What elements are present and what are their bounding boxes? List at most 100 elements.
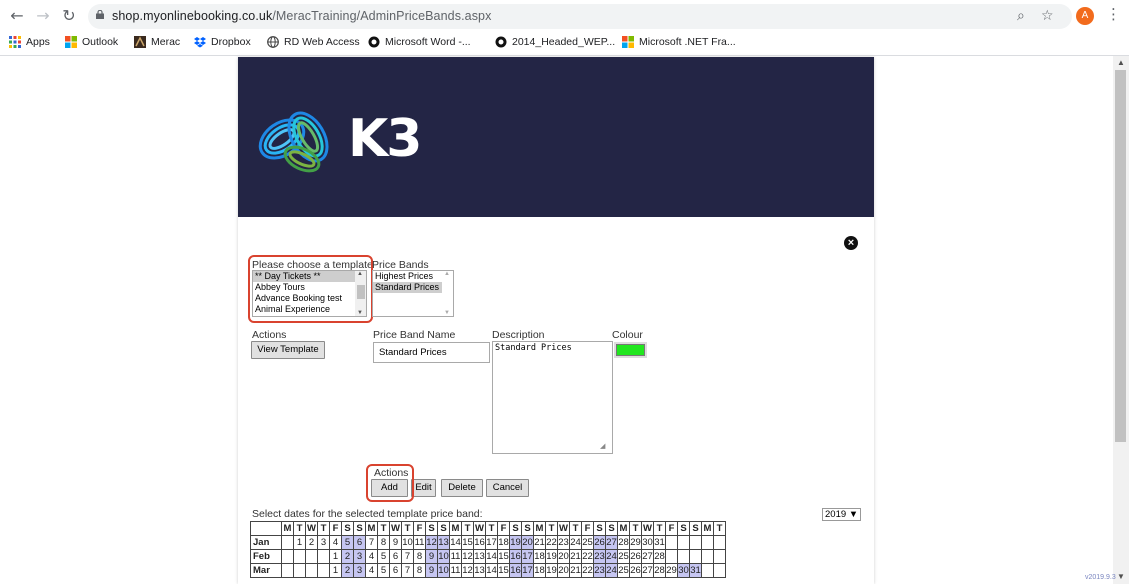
zoom-icon[interactable]: ⌕ — [1017, 8, 1025, 24]
calendar-day[interactable]: 4 — [365, 549, 378, 564]
calendar-day[interactable]: 23 — [593, 549, 606, 564]
calendar-day[interactable]: 1 — [329, 549, 342, 564]
bookmark-star-icon[interactable]: ☆ — [1041, 8, 1054, 24]
calendar-day[interactable]: 12 — [425, 535, 438, 550]
calendar-day[interactable]: 13 — [473, 563, 486, 578]
calendar-day[interactable]: 20 — [557, 549, 570, 564]
menu-icon[interactable]: ⋮ — [1106, 5, 1121, 23]
calendar-day[interactable]: 10 — [437, 563, 450, 578]
calendar-day[interactable]: 15 — [497, 549, 510, 564]
avatar[interactable]: A — [1076, 7, 1094, 25]
price-bands-scrollbar[interactable]: ▲ ▼ — [442, 271, 453, 316]
calendar-day[interactable]: 16 — [509, 563, 522, 578]
calendar-day[interactable]: 8 — [413, 549, 426, 564]
colour-swatch[interactable] — [614, 342, 647, 358]
calendar-day[interactable]: 10 — [401, 535, 414, 550]
calendar-day[interactable]: 25 — [617, 549, 630, 564]
calendar-day[interactable]: 21 — [569, 549, 582, 564]
calendar-day[interactable]: 27 — [641, 563, 654, 578]
calendar-day[interactable]: 18 — [533, 563, 546, 578]
description-textarea[interactable]: Standard Prices — [492, 341, 613, 454]
calendar-day[interactable]: 18 — [497, 535, 510, 550]
calendar-day[interactable]: 15 — [461, 535, 474, 550]
reload-icon[interactable]: ↻ — [60, 7, 78, 25]
calendar-day[interactable]: 28 — [653, 549, 666, 564]
calendar-day[interactable]: 11 — [449, 563, 462, 578]
calendar-day[interactable]: 1 — [329, 563, 342, 578]
cancel-button[interactable]: Cancel — [486, 479, 529, 497]
calendar-day[interactable]: 7 — [401, 549, 414, 564]
calendar-day[interactable]: 6 — [353, 535, 366, 550]
price-band-option[interactable]: Standard Prices — [373, 282, 453, 293]
calendar-day[interactable]: 23 — [593, 563, 606, 578]
calendar-day[interactable]: 6 — [389, 563, 402, 578]
bookmark-merac[interactable]: Merac — [134, 36, 180, 48]
bookmark-outlook[interactable]: Outlook — [65, 36, 118, 48]
edit-button[interactable]: Edit — [411, 479, 436, 497]
price-bands-listbox[interactable]: Highest Prices Standard Prices ▲ ▼ — [372, 270, 454, 317]
calendar-day[interactable]: 31 — [689, 563, 702, 578]
bookmark-apps[interactable]: Apps — [9, 36, 50, 48]
calendar-day[interactable]: 12 — [461, 563, 474, 578]
back-icon[interactable]: ← — [8, 7, 26, 25]
calendar-day[interactable]: 9 — [425, 549, 438, 564]
close-icon[interactable]: × — [844, 236, 858, 250]
calendar-day[interactable]: 10 — [437, 549, 450, 564]
calendar-day[interactable]: 17 — [485, 535, 498, 550]
calendar-day[interactable]: 25 — [617, 563, 630, 578]
calendar-day[interactable]: 5 — [377, 549, 390, 564]
calendar-day[interactable]: 21 — [533, 535, 546, 550]
price-band-name-input[interactable]: Standard Prices — [373, 342, 490, 363]
bookmark-dropbox[interactable]: Dropbox — [194, 36, 251, 48]
calendar-day[interactable]: 14 — [449, 535, 462, 550]
calendar-day[interactable]: 30 — [641, 535, 654, 550]
calendar-day[interactable]: 23 — [557, 535, 570, 550]
calendar-day[interactable]: 8 — [413, 563, 426, 578]
calendar-day[interactable]: 14 — [485, 563, 498, 578]
calendar-day[interactable]: 24 — [605, 563, 618, 578]
calendar-day[interactable]: 7 — [365, 535, 378, 550]
calendar-day[interactable]: 29 — [629, 535, 642, 550]
calendar-day[interactable]: 24 — [605, 549, 618, 564]
resize-handle-icon[interactable]: ◢ — [600, 442, 605, 450]
bookmark-microsoft-word[interactable]: Microsoft Word -... — [368, 36, 471, 48]
page-scrollbar[interactable]: ▲ ▼ — [1113, 56, 1129, 584]
scroll-up-icon[interactable]: ▲ — [444, 271, 450, 277]
calendar-day[interactable]: 5 — [341, 535, 354, 550]
calendar-day[interactable]: 26 — [629, 549, 642, 564]
calendar-day[interactable]: 29 — [665, 563, 678, 578]
calendar-day[interactable]: 17 — [521, 563, 534, 578]
scroll-down-icon[interactable]: ▼ — [444, 310, 450, 316]
calendar-day[interactable]: 27 — [641, 549, 654, 564]
calendar-day[interactable]: 28 — [653, 563, 666, 578]
scroll-up-icon[interactable]: ▲ — [1117, 58, 1125, 67]
forward-icon[interactable]: → — [34, 7, 52, 25]
calendar-day[interactable]: 17 — [521, 549, 534, 564]
calendar-day[interactable]: 20 — [521, 535, 534, 550]
calendar-day[interactable]: 20 — [557, 563, 570, 578]
calendar-day[interactable]: 22 — [581, 549, 594, 564]
bookmark-rd-web-access[interactable]: RD Web Access — [267, 36, 360, 48]
calendar-day[interactable]: 3 — [353, 549, 366, 564]
calendar-day[interactable]: 2 — [341, 549, 354, 564]
calendar-day[interactable]: 22 — [581, 563, 594, 578]
calendar-day[interactable]: 7 — [401, 563, 414, 578]
scroll-thumb[interactable] — [1115, 70, 1126, 442]
calendar-day[interactable]: 11 — [449, 549, 462, 564]
calendar-day[interactable]: 16 — [509, 549, 522, 564]
calendar-day[interactable]: 19 — [545, 563, 558, 578]
calendar-day[interactable]: 1 — [293, 535, 306, 550]
calendar-day[interactable]: 28 — [617, 535, 630, 550]
bookmark-dotnet[interactable]: Microsoft .NET Fra... — [622, 36, 736, 48]
calendar-day[interactable]: 2 — [305, 535, 318, 550]
year-select[interactable]: 2019 ▼ — [822, 508, 862, 521]
calendar-day[interactable]: 25 — [581, 535, 594, 550]
calendar-day[interactable]: 13 — [473, 549, 486, 564]
calendar-day[interactable]: 9 — [425, 563, 438, 578]
address-bar[interactable]: shop.myonlinebooking.co.uk/MeracTraining… — [88, 4, 1072, 29]
calendar-day[interactable]: 19 — [509, 535, 522, 550]
price-band-option[interactable]: Highest Prices — [373, 271, 453, 282]
calendar-day[interactable]: 6 — [389, 549, 402, 564]
view-template-button[interactable]: View Template — [251, 341, 325, 359]
calendar-day[interactable]: 22 — [545, 535, 558, 550]
